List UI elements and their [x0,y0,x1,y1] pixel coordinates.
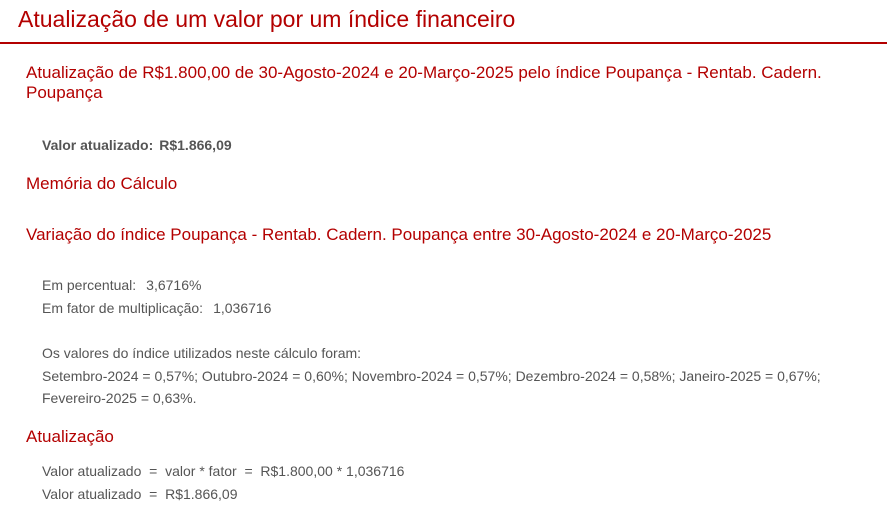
atualizacao-heading: Atualização [26,427,114,446]
indices-intro: Os valores do índice utilizados neste cá… [42,345,362,361]
calculation-subtitle: Atualização de R$1.800,00 de 30-Agosto-2… [26,63,822,102]
factor-row: Em fator de multiplicação: 1,036716 [42,298,271,318]
result-value: R$1.866,09 [159,137,232,153]
memoria-heading: Memória do Cálculo [26,174,178,193]
variacao-heading: Variação do índice Poupança - Rentab. Ca… [26,225,772,244]
result-summary: Valor atualizado: R$1.866,09 [42,135,232,155]
page-title: Atualização de um valor por um índice fi… [18,6,516,32]
percent-row: Em percentual: 3,6716% [42,275,201,295]
factor-value: 1,036716 [213,300,272,316]
indices-list: Setembro-2024 = 0,57%; Outubro-2024 = 0,… [42,368,821,406]
result-line: Valor atualizado = R$1.866,09 [42,486,238,502]
result-label: Valor atualizado: [42,137,154,153]
percent-label: Em percentual: [42,277,137,293]
title-divider [0,42,887,44]
factor-label: Em fator de multiplicação: [42,300,204,316]
percent-value: 3,6716% [146,277,202,293]
formula-line: Valor atualizado = valor * fator = R$1.8… [42,463,405,479]
